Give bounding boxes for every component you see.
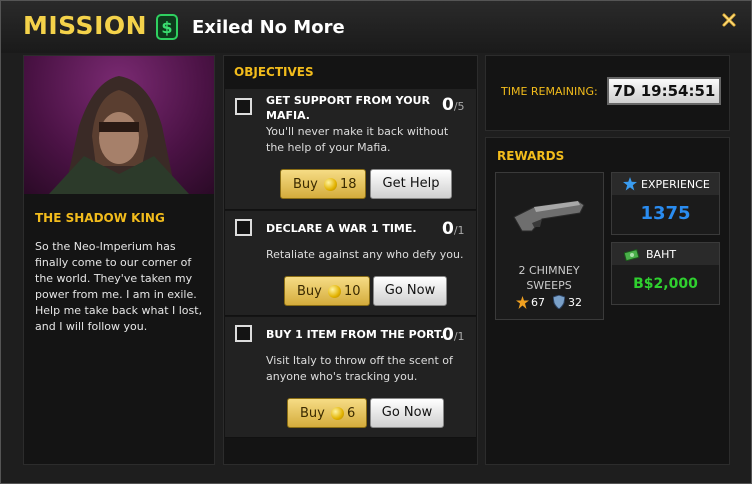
reward-item-card: 2 CHIMNEY SWEEPS 67 32 bbox=[495, 172, 604, 320]
coin-icon bbox=[331, 407, 344, 420]
objective-progress: 0/5 bbox=[442, 95, 465, 115]
progress-done: 0 bbox=[442, 325, 454, 345]
objective-title: GET SUPPORT FROM YOUR MAFIA. bbox=[266, 94, 430, 122]
baht-value: B$2,000 bbox=[633, 276, 698, 292]
go-now-button[interactable]: Go Now bbox=[370, 398, 444, 428]
buy-button[interactable]: Buy 6 bbox=[287, 398, 367, 428]
go-now-button[interactable]: Go Now bbox=[373, 276, 447, 306]
mission-window: MISSION : $ Exiled No More THE SHADOW KI… bbox=[0, 0, 752, 484]
progress-total: /5 bbox=[453, 100, 465, 113]
baht-header: BAHT bbox=[612, 243, 719, 265]
progress-total: /1 bbox=[453, 224, 465, 237]
baht-card: BAHT B$2,000 bbox=[611, 242, 720, 305]
experience-card: EXPERIENCE 1375 bbox=[611, 172, 720, 235]
objective-row: GET SUPPORT FROM YOUR MAFIA. 0/5 You'll … bbox=[225, 89, 476, 210]
money-icon: $ bbox=[156, 14, 178, 40]
character-name: THE SHADOW KING bbox=[35, 211, 165, 225]
buy-cost: 18 bbox=[340, 177, 357, 192]
objective-checkbox[interactable] bbox=[235, 325, 252, 342]
buy-button[interactable]: Buy 10 bbox=[284, 276, 370, 306]
progress-total: /1 bbox=[453, 330, 465, 343]
objective-checkbox[interactable] bbox=[235, 219, 252, 236]
experience-label: EXPERIENCE bbox=[641, 178, 710, 191]
defense-value: 32 bbox=[568, 296, 582, 309]
character-portrait bbox=[24, 56, 214, 194]
baht-label: BAHT bbox=[646, 248, 677, 261]
time-remaining-value: 7D 19:54:51 bbox=[607, 77, 721, 105]
star-icon bbox=[623, 177, 637, 191]
progress-done: 0 bbox=[442, 95, 454, 115]
character-description: So the Neo-Imperium has finally come to … bbox=[35, 240, 203, 333]
experience-header: EXPERIENCE bbox=[612, 173, 719, 195]
coin-icon bbox=[324, 178, 337, 191]
objective-title: DECLARE A WAR 1 TIME. bbox=[266, 222, 417, 235]
buy-label: Buy bbox=[300, 406, 325, 421]
time-remaining-label: TIME REMAINING: bbox=[501, 85, 598, 98]
buy-label: Buy bbox=[297, 284, 322, 299]
objective-progress: 0/1 bbox=[442, 219, 465, 239]
objective-description: You'll never make it back without the he… bbox=[266, 125, 449, 154]
attack-icon bbox=[516, 296, 529, 309]
coin-icon bbox=[328, 285, 341, 298]
objective-row: DECLARE A WAR 1 TIME. 0/1 Retaliate agai… bbox=[225, 211, 476, 316]
buy-label: Buy bbox=[293, 177, 318, 192]
buy-button[interactable]: Buy 18 bbox=[280, 169, 366, 199]
close-icon[interactable] bbox=[721, 12, 737, 28]
get-help-button[interactable]: Get Help bbox=[370, 169, 452, 199]
progress-done: 0 bbox=[442, 219, 454, 239]
objectives-title: OBJECTIVES bbox=[234, 65, 314, 79]
objective-title: BUY 1 ITEM FROM THE PORT. bbox=[266, 328, 445, 341]
svg-text:$: $ bbox=[161, 18, 172, 37]
attack-value: 67 bbox=[531, 296, 545, 309]
buy-cost: 10 bbox=[344, 284, 361, 299]
experience-value: 1375 bbox=[640, 203, 691, 224]
shotgun-icon bbox=[513, 200, 585, 232]
objective-progress: 0/1 bbox=[442, 325, 465, 345]
mission-heading: MISSION : bbox=[23, 11, 167, 40]
defense-icon bbox=[553, 295, 565, 309]
title-bar: MISSION : $ Exiled No More bbox=[1, 1, 751, 53]
objective-row: BUY 1 ITEM FROM THE PORT. 0/1 Visit Ital… bbox=[225, 317, 476, 438]
mission-name: Exiled No More bbox=[192, 17, 345, 38]
buy-cost: 6 bbox=[347, 406, 356, 421]
reward-item-name: 2 CHIMNEY SWEEPS bbox=[518, 264, 580, 292]
objective-checkbox[interactable] bbox=[235, 98, 252, 115]
objective-description: Retaliate against any who defy you. bbox=[266, 248, 464, 261]
objective-description: Visit Italy to throw off the scent of an… bbox=[266, 354, 453, 383]
rewards-title: REWARDS bbox=[497, 149, 565, 163]
cash-icon bbox=[624, 248, 640, 261]
